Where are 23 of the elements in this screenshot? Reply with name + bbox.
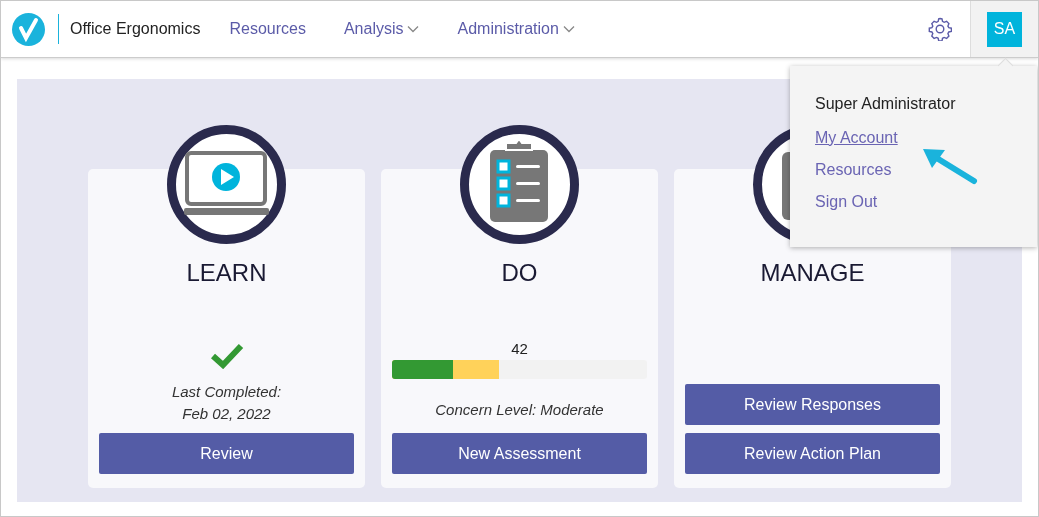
score-value: 42 <box>511 340 528 357</box>
nav-link[interactable]: Administration <box>457 20 575 38</box>
caret-icon <box>407 25 420 33</box>
user-name: Super Administrator <box>815 95 957 113</box>
action-button[interactable]: New Assessment <box>392 433 647 474</box>
settings-icon[interactable] <box>928 17 952 41</box>
card-title: DO <box>501 259 538 287</box>
menu-item[interactable]: My Account <box>815 129 898 147</box>
menu-item[interactable]: Sign Out <box>815 193 878 211</box>
app-title: Office Ergonomics <box>70 20 201 38</box>
menu-item[interactable]: Resources <box>815 161 892 179</box>
nav-link[interactable]: Resources <box>229 20 306 38</box>
card-title: LEARN <box>186 259 267 287</box>
nav-link[interactable]: Analysis <box>343 20 420 38</box>
completion-text: Feb 02, 2022 <box>182 404 271 424</box>
action-button[interactable]: Review Responses <box>685 384 940 425</box>
completion-text: Last Completed: <box>171 382 282 402</box>
action-button[interactable]: Review Action Plan <box>685 433 940 474</box>
checkmark-icon <box>209 343 244 369</box>
action-button[interactable]: Review <box>99 433 354 474</box>
card-title: MANAGE <box>760 259 865 287</box>
caret-icon <box>562 25 575 33</box>
concern-level-text: Concern Level: Moderate <box>435 400 604 420</box>
